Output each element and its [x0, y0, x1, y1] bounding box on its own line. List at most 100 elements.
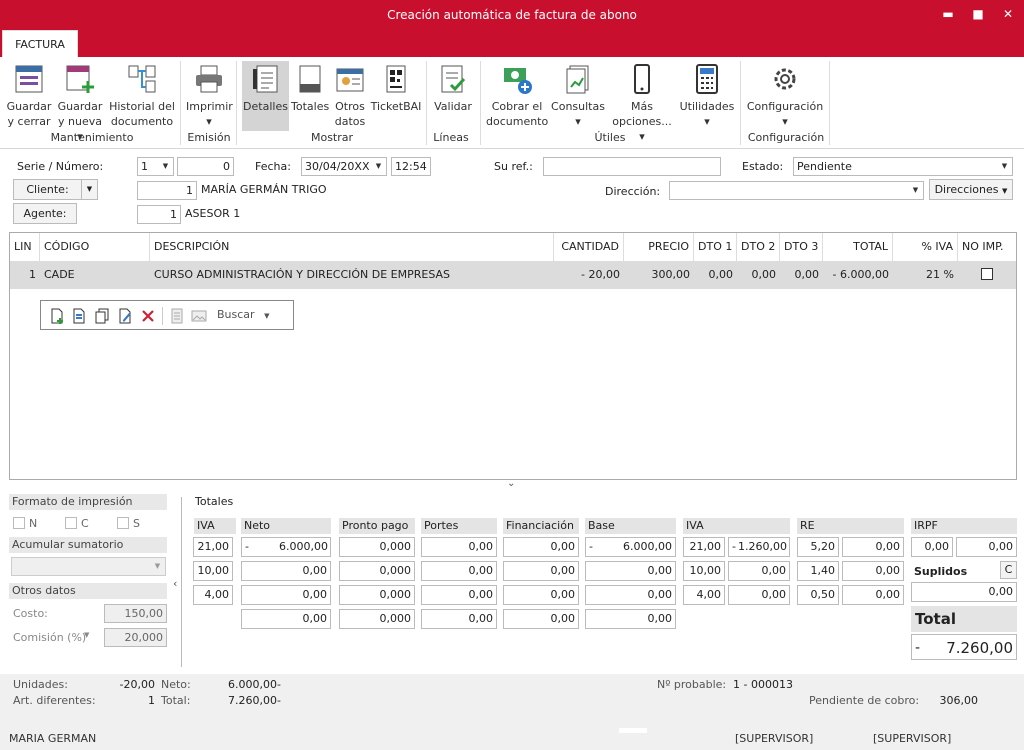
tot-iva2-pct[interactable]: 21,00	[683, 537, 725, 557]
suplidos-value[interactable]: 0,00	[911, 582, 1017, 602]
estado-select[interactable]: Pendiente ▼	[793, 157, 1013, 176]
insert-line-icon[interactable]	[71, 308, 87, 324]
tot-financiacion[interactable]: 0,00	[503, 561, 579, 581]
totales-button[interactable]: Totales	[291, 61, 329, 114]
col-cantidad[interactable]: CANTIDAD	[554, 233, 624, 261]
col-precio[interactable]: PRECIO	[624, 233, 694, 261]
tot-iva2-pct[interactable]: 4,00	[683, 585, 725, 605]
validar-button[interactable]: Validar	[432, 61, 474, 114]
comision-input[interactable]: 20,000	[104, 628, 167, 647]
consultas-button[interactable]: Consultas ▾	[550, 61, 606, 129]
acumular-select[interactable]: ▼	[11, 557, 166, 576]
nprob-label: Nº probable:	[657, 678, 727, 691]
tot-pronto[interactable]: 0,000	[339, 585, 415, 605]
opt-c-checkbox[interactable]	[65, 517, 77, 529]
cell-iva[interactable]: 21 %	[893, 261, 958, 289]
notes-icon[interactable]	[169, 308, 185, 324]
cell-precio[interactable]: 300,00	[624, 261, 694, 289]
configuracion-button[interactable]: Configuración ▾	[746, 61, 824, 129]
collapse-chevron-icon[interactable]: ⌄	[507, 478, 515, 489]
tot-re-pct[interactable]: 0,50	[797, 585, 839, 605]
utilidades-button[interactable]: Utilidades ▾	[679, 61, 735, 129]
hdr-neto: Neto	[241, 518, 331, 534]
numero-input[interactable]: 0	[177, 157, 234, 176]
cell-codigo[interactable]: CADE	[40, 261, 150, 289]
cell-dto1[interactable]: 0,00	[694, 261, 737, 289]
tot-iva2-pct[interactable]: 10,00	[683, 561, 725, 581]
delete-icon[interactable]	[140, 308, 156, 324]
comision-label: Comisión (%)	[13, 631, 87, 644]
imprimir-button[interactable]: Imprimir ▾	[186, 61, 233, 129]
new-line-icon[interactable]	[49, 308, 65, 324]
tot-portes[interactable]: 0,00	[421, 585, 497, 605]
fecha-input[interactable]: 30/04/20XX ▼	[301, 157, 387, 176]
tot-re-pct[interactable]: 5,20	[797, 537, 839, 557]
cliente-name: MARÍA GERMÁN TRIGO	[201, 183, 327, 196]
tot-iva-pct[interactable]: 21,00	[193, 537, 233, 557]
cell-dto2[interactable]: 0,00	[737, 261, 780, 289]
tot-re-pct[interactable]: 1,40	[797, 561, 839, 581]
col-noimp[interactable]: NO IMP.	[958, 233, 1016, 261]
tot-portes-sum: 0,00	[421, 609, 497, 629]
historial-documento-button[interactable]: Historial del documento	[108, 61, 176, 129]
detalles-button[interactable]: Detalles	[242, 61, 289, 131]
agente-code-input[interactable]: 1	[137, 205, 181, 224]
comision-dropdown-icon[interactable]: ▼	[84, 631, 89, 639]
tab-factura[interactable]: FACTURA	[2, 30, 78, 57]
maximize-button[interactable]: ■	[967, 4, 989, 24]
col-lin[interactable]: LIN	[10, 233, 40, 261]
cell-cantidad[interactable]: - 20,00	[554, 261, 624, 289]
calculator-icon	[696, 64, 718, 94]
image-icon[interactable]	[191, 308, 207, 324]
col-iva[interactable]: % IVA	[893, 233, 958, 261]
art-label: Art. diferentes:	[13, 694, 96, 707]
tot-financiacion[interactable]: 0,00	[503, 537, 579, 557]
cell-descripcion[interactable]: CURSO ADMINISTRACIÓN Y DIRECCIÓN DE EMPR…	[150, 261, 554, 289]
tot-portes[interactable]: 0,00	[421, 537, 497, 557]
cliente-dropdown[interactable]: ▼	[81, 179, 98, 200]
suref-input[interactable]	[543, 157, 721, 176]
col-dto2[interactable]: DTO 2	[737, 233, 780, 261]
col-dto3[interactable]: DTO 3	[780, 233, 823, 261]
agente-button[interactable]: Agente:	[13, 203, 77, 224]
col-codigo[interactable]: CÓDIGO	[40, 233, 150, 261]
totales-title: Totales	[195, 495, 234, 508]
resize-grip[interactable]	[619, 728, 647, 733]
col-total[interactable]: TOTAL	[823, 233, 893, 261]
gear-icon	[774, 68, 796, 90]
col-descripcion[interactable]: DESCRIPCIÓN	[150, 233, 554, 261]
tot-irpf-pct[interactable]: 0,00	[911, 537, 953, 557]
direcciones-button[interactable]: Direcciones ▼	[929, 179, 1013, 200]
suplidos-label: Suplidos	[914, 565, 968, 578]
direccion-select[interactable]: ▼	[669, 181, 924, 200]
copy-line-icon[interactable]	[94, 308, 110, 324]
costo-input[interactable]: 150,00	[104, 604, 167, 623]
guardar-cerrar-button[interactable]: Guardar y cerrar	[6, 61, 52, 129]
suplidos-button[interactable]: C	[1000, 561, 1017, 579]
tot-iva-pct[interactable]: 10,00	[193, 561, 233, 581]
lines-grid[interactable]: LIN CÓDIGO DESCRIPCIÓN CANTIDAD PRECIO D…	[9, 232, 1017, 480]
edit-line-icon[interactable]	[117, 308, 133, 324]
cliente-code-input[interactable]: 1	[137, 181, 197, 200]
tot-pronto[interactable]: 0,000	[339, 537, 415, 557]
opt-s-checkbox[interactable]	[117, 517, 129, 529]
tot-portes[interactable]: 0,00	[421, 561, 497, 581]
minimize-button[interactable]: ▬	[937, 4, 959, 24]
close-button[interactable]: ✕	[997, 4, 1019, 24]
cell-dto3[interactable]: 0,00	[780, 261, 823, 289]
tot-iva-pct[interactable]: 4,00	[193, 585, 233, 605]
pendiente-value: 306,00	[939, 694, 979, 707]
cobrar-documento-button[interactable]: Cobrar el documento	[486, 61, 548, 129]
col-dto1[interactable]: DTO 1	[694, 233, 737, 261]
ticketbai-button[interactable]: TicketBAI	[370, 61, 422, 114]
cliente-button[interactable]: Cliente:	[13, 179, 82, 200]
noimp-checkbox[interactable]	[981, 268, 993, 280]
tot-pronto[interactable]: 0,000	[339, 561, 415, 581]
opt-n-checkbox[interactable]	[13, 517, 25, 529]
serie-select[interactable]: 1 ▼	[137, 157, 174, 176]
hora-input[interactable]: 12:54	[391, 157, 431, 176]
tot-financiacion[interactable]: 0,00	[503, 585, 579, 605]
chevron-left-icon[interactable]: ‹	[173, 577, 177, 590]
otros-datos-button[interactable]: Otros datos	[332, 61, 368, 129]
buscar-button[interactable]: Buscar ▼	[217, 308, 269, 321]
